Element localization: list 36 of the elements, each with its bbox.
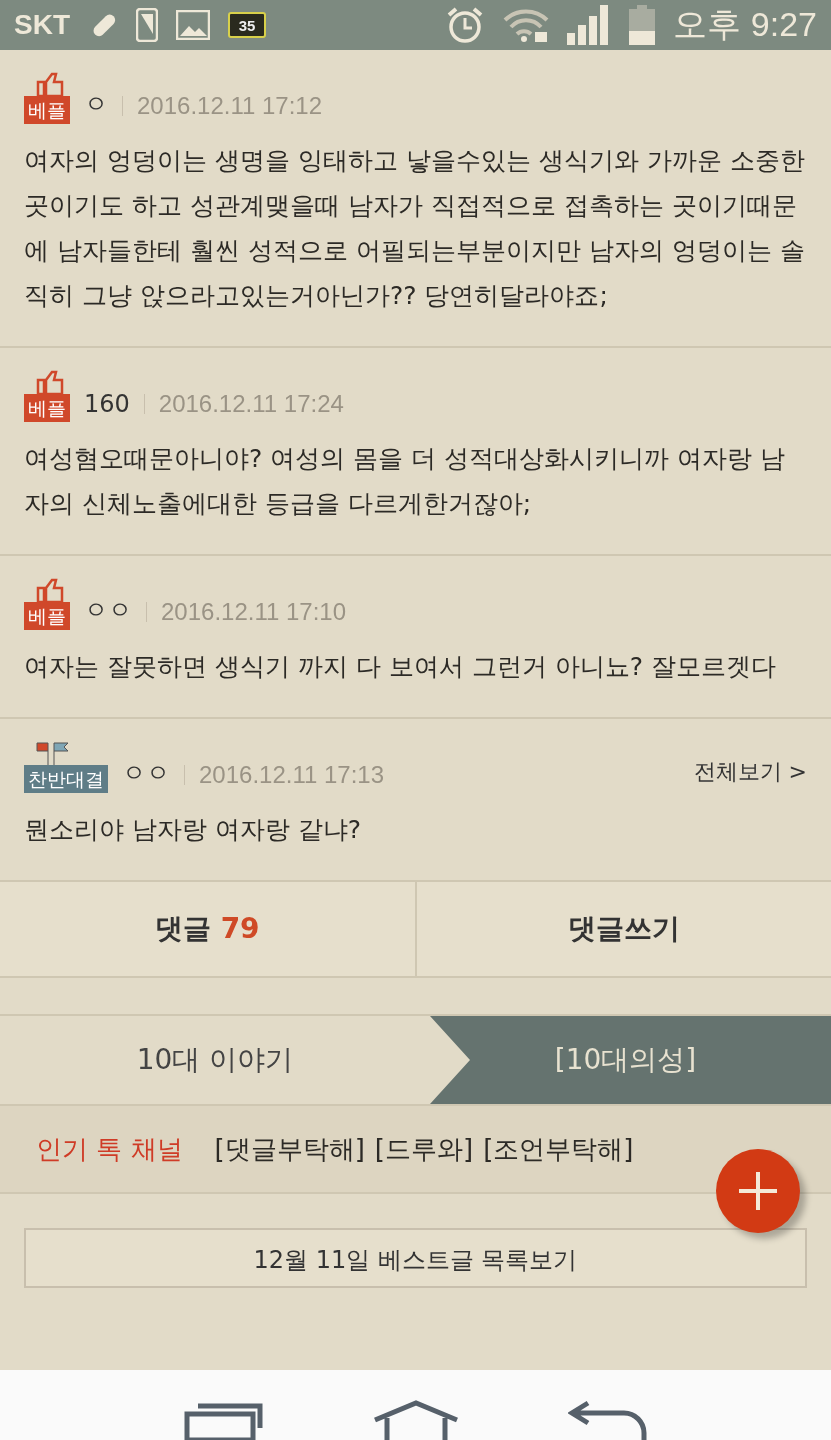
author-name: 160: [84, 390, 130, 420]
comment-date: 2016.12.11 17:10: [161, 598, 347, 627]
best-badge: 베플: [24, 394, 70, 422]
board-tab[interactable]: [10대의성]: [430, 1016, 831, 1104]
board-tab[interactable]: 10대 이야기: [0, 1016, 430, 1104]
write-comment-button[interactable]: 댓글쓰기: [414, 882, 831, 976]
view-all-link[interactable]: 전체보기 >: [693, 757, 807, 793]
author-name: ㅇㅇ: [122, 758, 170, 789]
author-name: ㅇㅇ: [84, 595, 132, 626]
recent-apps-icon[interactable]: [183, 1402, 264, 1440]
channel-link[interactable]: [댓글부탁해]: [214, 1131, 365, 1167]
carrier-name: SKT: [14, 9, 70, 41]
comment-date: 2016.12.11 17:13: [199, 761, 385, 790]
battery-icon: [629, 5, 656, 45]
debate-badge: 찬반대결: [24, 765, 108, 793]
best-list-button[interactable]: 12월 11일 베스트글 목록보기: [24, 1228, 807, 1288]
comment-date: 2016.12.11 17:12: [137, 92, 323, 121]
phone-icon: [136, 8, 158, 42]
comment-text: 뭔소리야 남자랑 여자랑 같냐?: [24, 814, 363, 846]
battery-badge: 35: [228, 12, 266, 38]
image-icon: [176, 10, 210, 40]
comment-text: 여자의 엉덩이는 생명을 잉태하고 낳을수있는 생식기와 가까운 소중한곳이기도 하고 성관계맺을때 남자가 직접적으로 접촉하는 곳이기때문에 남자들한테 훨씬 성적으로 어필되는부분이지만 남자의 엉덩이는 솔직히 그냥 앉으라고있는거아닌가?? 당연히달라야죠;: [24, 145, 806, 312]
plus-icon: [739, 1172, 777, 1210]
best-badge: 베플: [24, 96, 70, 124]
wifi-icon: [503, 8, 550, 42]
comment-text: 여자는 잘못하면 생식기 까지 다 보여서 그런거 아니뇨? 잘모르겟다: [24, 651, 777, 683]
comment-text: 여성혐오때문아니야? 여성의 몸을 더 성적대상화시키니까 여자랑 남자의 신체노출에대한 등급을 다르게한거잖아;: [24, 443, 786, 520]
comments-button[interactable]: 댓글 79: [0, 882, 415, 976]
author-name: ㅇ: [84, 89, 108, 120]
back-icon[interactable]: [567, 1400, 648, 1440]
clock-time: 오후 9:27: [673, 4, 817, 45]
best-badge: 베플: [24, 602, 70, 630]
comment-date: 2016.12.11 17:24: [158, 390, 344, 419]
channel-link[interactable]: [드루와]: [374, 1131, 474, 1167]
popular-channel-label: 인기 톡 채널: [36, 1132, 183, 1166]
channel-link[interactable]: [조언부탁해]: [483, 1131, 634, 1167]
